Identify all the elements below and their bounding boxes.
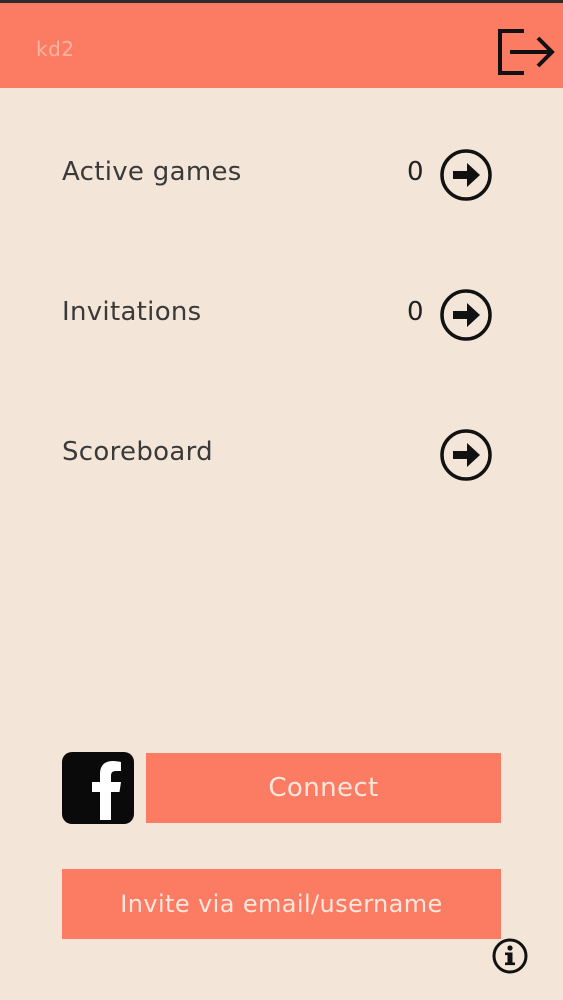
menu-row-active-games[interactable]: Active games 0 — [62, 145, 502, 205]
arrow-right-circle-icon[interactable] — [439, 428, 493, 482]
username-title: kd2 — [36, 37, 75, 61]
facebook-icon — [62, 752, 134, 824]
invitations-label: Invitations — [62, 297, 202, 327]
arrow-right-circle-icon[interactable] — [439, 148, 493, 202]
app-screen: kd2 Active games 0 Invitations 0 Scorebo… — [0, 0, 563, 1000]
header-bar: kd2 — [0, 3, 563, 88]
active-games-count: 0 — [407, 157, 424, 187]
menu-row-scoreboard[interactable]: Scoreboard — [62, 425, 502, 485]
facebook-connect-button[interactable]: Connect — [146, 753, 501, 823]
logout-icon[interactable] — [494, 25, 558, 79]
info-icon[interactable] — [491, 937, 529, 975]
active-games-label: Active games — [62, 157, 242, 187]
scoreboard-label: Scoreboard — [62, 437, 213, 467]
invitations-count: 0 — [407, 297, 424, 327]
invite-button[interactable]: Invite via email/username — [62, 869, 501, 939]
menu-row-invitations[interactable]: Invitations 0 — [62, 285, 502, 345]
arrow-right-circle-icon[interactable] — [439, 288, 493, 342]
